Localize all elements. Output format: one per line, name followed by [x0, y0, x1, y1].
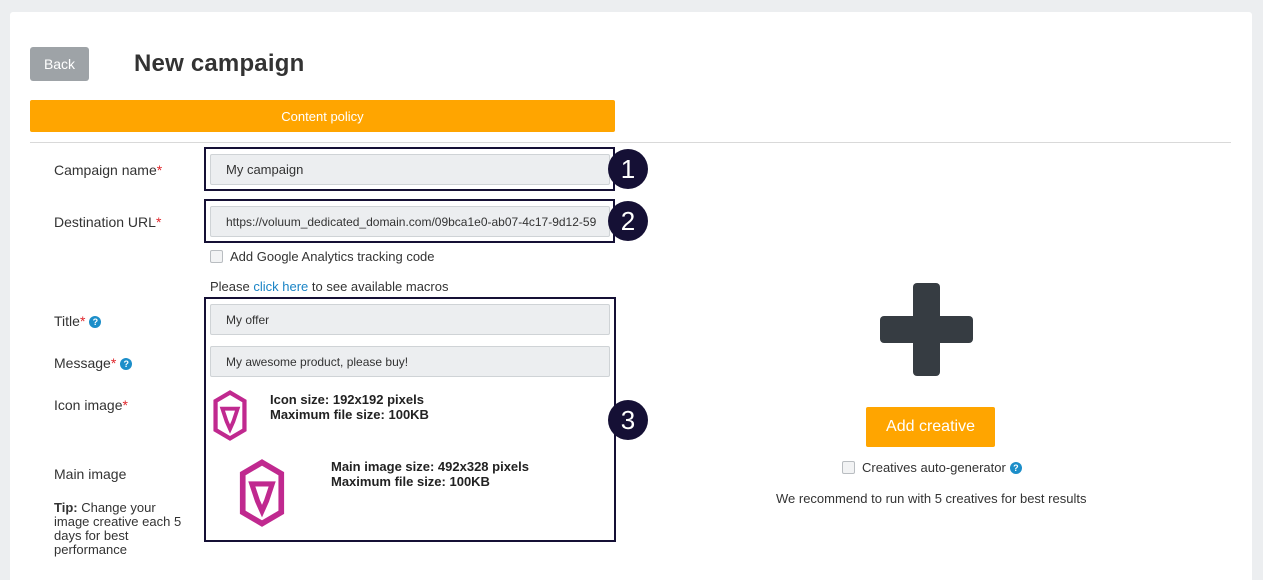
annotation-frame-1: [204, 147, 615, 191]
auto-generator-label: Creatives auto-generator: [862, 460, 1006, 475]
ga-tracking-label: Add Google Analytics tracking code: [230, 249, 435, 264]
destination-url-label: Destination URL*: [54, 214, 162, 230]
macros-hint: Please click here to see available macro…: [210, 279, 449, 294]
annotation-frame-2: [204, 199, 615, 243]
campaign-name-label: Campaign name*: [54, 162, 163, 178]
recommendation-text: We recommend to run with 5 creatives for…: [776, 491, 1087, 506]
title-help-icon[interactable]: ?: [89, 316, 102, 328]
annotation-badge-2: 2: [608, 201, 648, 241]
back-button[interactable]: Back: [30, 47, 89, 81]
annotation-badge-3: 3: [608, 400, 648, 440]
message-label: Message*?: [54, 355, 133, 371]
message-help-icon[interactable]: ?: [120, 358, 133, 370]
icon-image-label: Icon image*: [54, 397, 128, 413]
add-creative-button[interactable]: Add creative: [866, 407, 995, 447]
annotation-badge-1: 1: [608, 149, 648, 189]
page-title: New campaign: [134, 50, 305, 77]
auto-generator-checkbox[interactable]: [842, 461, 855, 474]
auto-generator-help-icon[interactable]: ?: [1009, 461, 1022, 474]
ga-tracking-checkbox[interactable]: [210, 250, 223, 263]
macros-link[interactable]: click here: [253, 279, 308, 294]
tip-text: Tip: Change your image creative each 5 d…: [54, 500, 182, 557]
plus-icon[interactable]: [880, 283, 973, 376]
annotation-frame-3: [204, 297, 616, 542]
ga-tracking-option[interactable]: Add Google Analytics tracking code: [210, 249, 435, 264]
content-policy-button[interactable]: Content policy: [30, 100, 615, 132]
auto-generator-option[interactable]: Creatives auto-generator ?: [842, 460, 1022, 475]
divider: [30, 142, 1231, 143]
title-label: Title*?: [54, 313, 102, 329]
main-image-label: Main image: [54, 466, 127, 482]
